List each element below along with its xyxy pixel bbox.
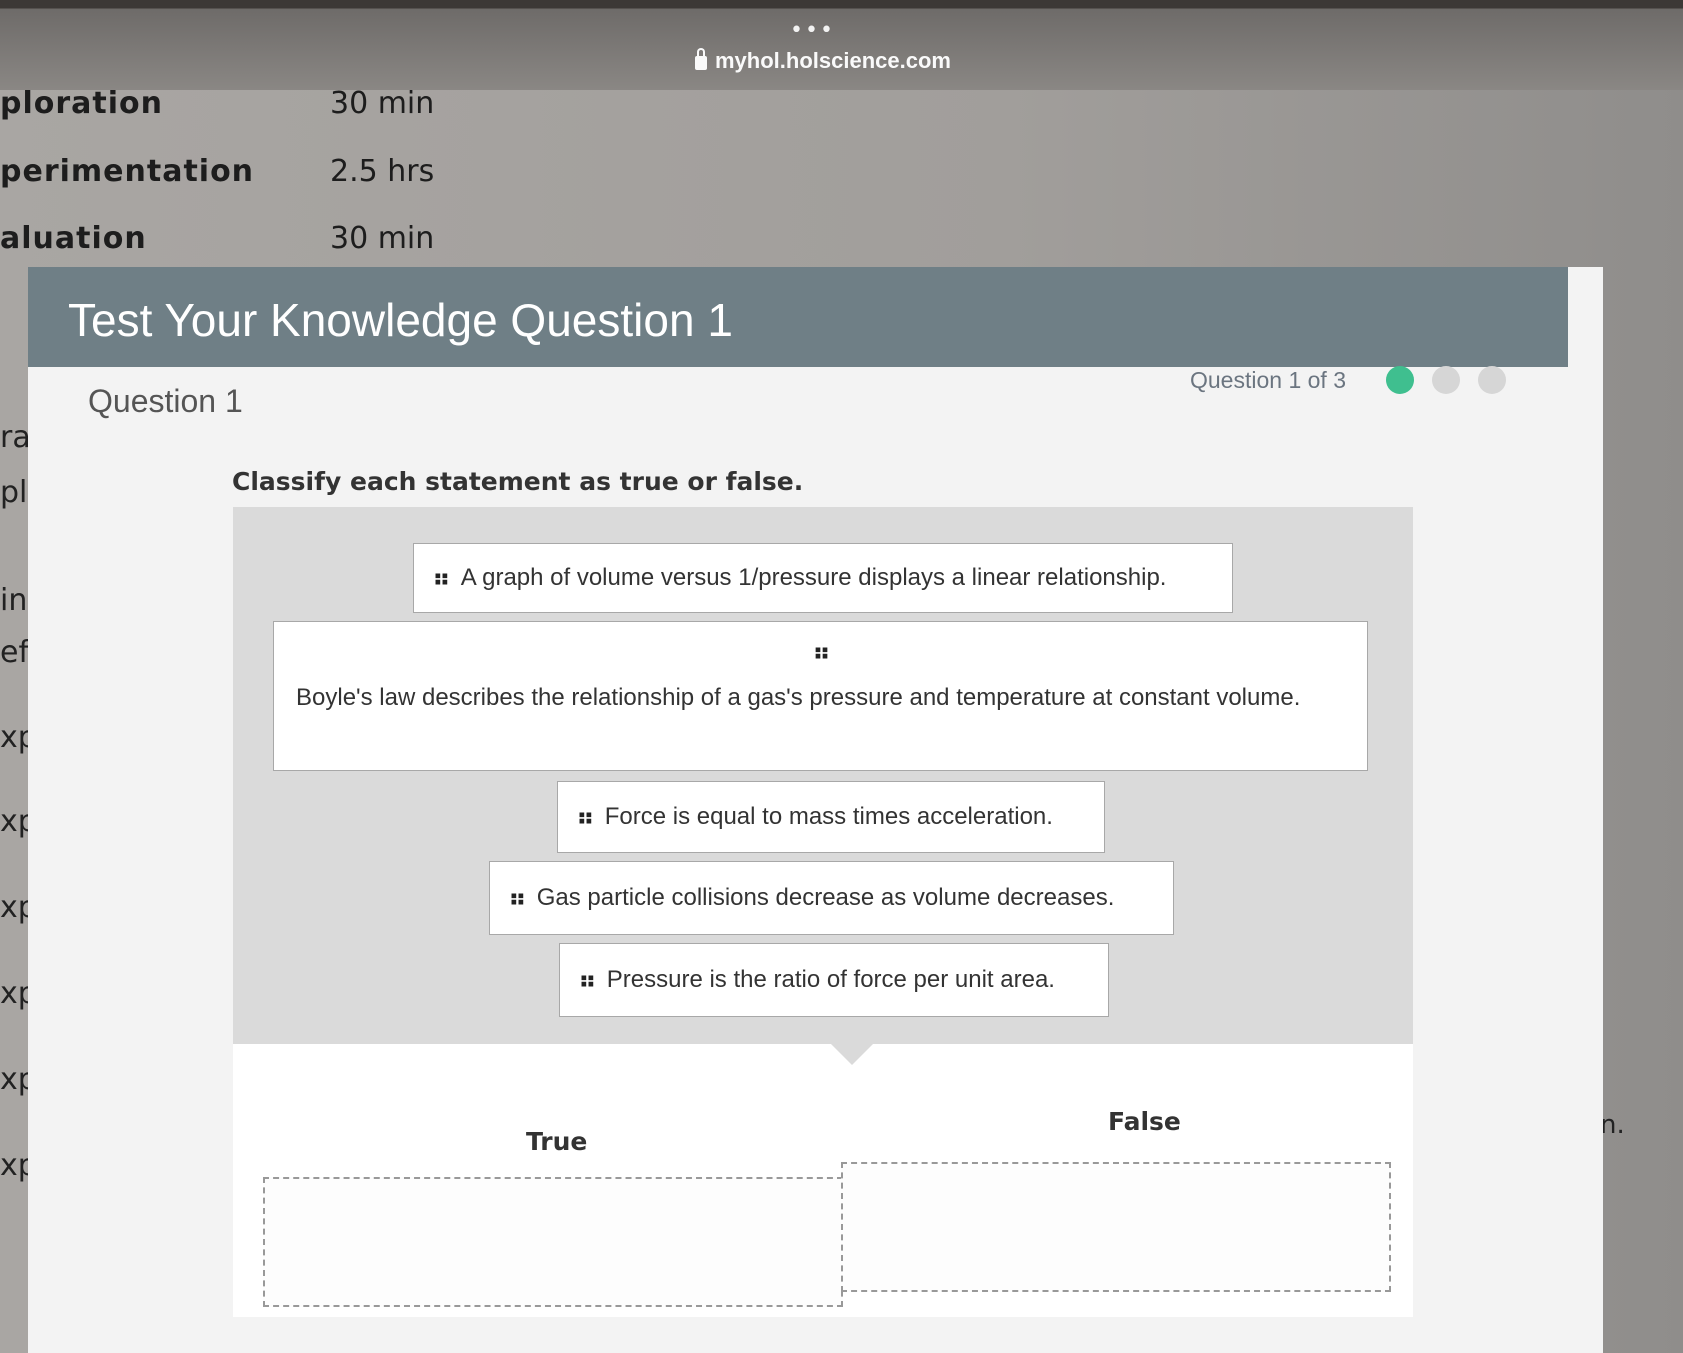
- draggable-statement[interactable]: ⠶ Force is equal to mass times accelerat…: [557, 781, 1105, 853]
- pool-pointer: [830, 1043, 874, 1065]
- question-heading: Question 1: [88, 383, 243, 419]
- browser-top-bar: ••• myhol.holscience.com: [0, 0, 1683, 90]
- page-text-fragment: n.: [1600, 1110, 1625, 1140]
- statement-text: Gas particle collisions decrease as volu…: [536, 884, 1115, 911]
- drag-handle-icon: ⠶: [812, 638, 831, 666]
- page-text-fragment: in: [0, 583, 28, 618]
- drag-handle-icon: ⠶: [508, 884, 527, 912]
- draggable-statement[interactable]: ⠶ A graph of volume versus 1/pressure di…: [413, 543, 1233, 613]
- question-modal: Test Your Knowledge Question 1 Question …: [28, 267, 1603, 1353]
- schedule-row: perimentation 2.5 hrs: [0, 154, 460, 194]
- progress-dot-current[interactable]: [1386, 366, 1414, 394]
- browser-menu-dots[interactable]: •••: [790, 20, 835, 42]
- statement-text: A graph of volume versus 1/pressure disp…: [460, 564, 1167, 591]
- drag-handle-icon: ⠶: [578, 966, 597, 994]
- page-text-fragment: ef: [0, 635, 30, 670]
- question-progress-text: Question 1 of 3: [1190, 367, 1346, 393]
- drag-handle-icon: ⠶: [576, 803, 595, 831]
- schedule-time: 2.5 hrs: [330, 154, 435, 189]
- schedule-phase: ploration: [0, 86, 163, 121]
- classification-area: ⠶ A graph of volume versus 1/pressure di…: [233, 507, 1413, 1317]
- progress-dot[interactable]: [1478, 366, 1506, 394]
- url-text: myhol.holscience.com: [715, 48, 951, 73]
- draggable-statement[interactable]: ⠶ Boyle's law describes the relationship…: [273, 621, 1368, 771]
- progress-dot[interactable]: [1432, 366, 1460, 394]
- statement-text: Force is equal to mass times acceleratio…: [604, 803, 1053, 830]
- question-prompt: Classify each statement as true or false…: [232, 467, 804, 496]
- drop-zone-true[interactable]: [263, 1177, 843, 1307]
- schedule-phase: aluation: [0, 221, 147, 256]
- address-bar[interactable]: myhol.holscience.com: [695, 46, 951, 76]
- schedule-phase: perimentation: [0, 154, 255, 189]
- schedule-time: 30 min: [330, 221, 435, 256]
- bucket-label-false: False: [1108, 1107, 1181, 1136]
- modal-header: Test Your Knowledge Question 1: [28, 267, 1568, 367]
- schedule-row: ploration 30 min: [0, 86, 460, 126]
- page-text-fragment: pl: [0, 475, 28, 510]
- modal-title: Test Your Knowledge Question 1: [68, 294, 733, 346]
- drop-zone-false[interactable]: [841, 1162, 1391, 1292]
- lock-icon: [695, 48, 707, 70]
- statement-text: Boyle's law describes the relationship o…: [296, 684, 1301, 711]
- bucket-label-true: True: [526, 1127, 588, 1156]
- page-text-fragment: ra: [0, 420, 31, 455]
- drag-handle-icon: ⠶: [432, 564, 451, 592]
- statement-pool: ⠶ A graph of volume versus 1/pressure di…: [233, 507, 1413, 1044]
- schedule-time: 30 min: [330, 86, 435, 121]
- schedule-row: aluation 30 min: [0, 221, 460, 261]
- draggable-statement[interactable]: ⠶ Pressure is the ratio of force per uni…: [559, 943, 1109, 1017]
- draggable-statement[interactable]: ⠶ Gas particle collisions decrease as vo…: [489, 861, 1174, 935]
- statement-text: Pressure is the ratio of force per unit …: [606, 966, 1055, 993]
